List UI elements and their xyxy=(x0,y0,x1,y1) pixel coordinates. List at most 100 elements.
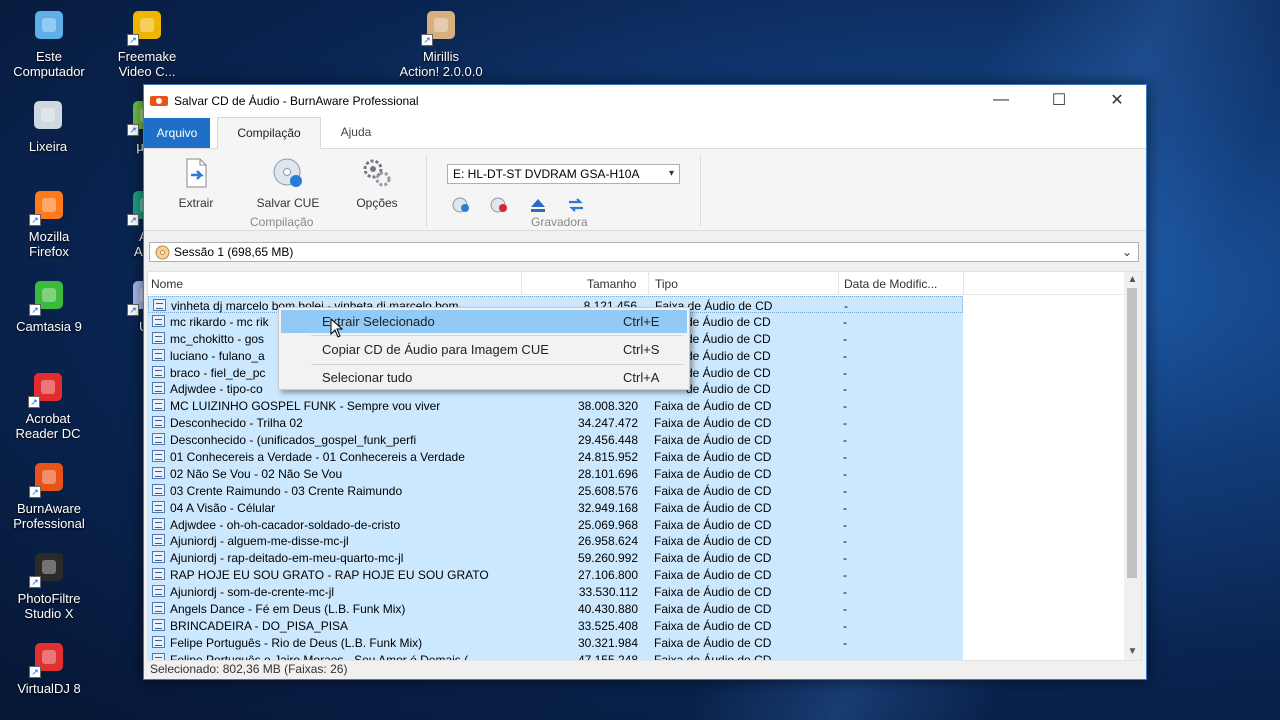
save-cue-button[interactable]: Salvar CUE xyxy=(248,157,328,210)
scroll-down-arrow[interactable]: ▼ xyxy=(1124,644,1141,660)
mirillis-icon: ↗ xyxy=(421,8,461,46)
tab-ajuda[interactable]: Ajuda xyxy=(330,117,382,149)
desktop-icon-label: Computador xyxy=(13,64,85,79)
col-name[interactable]: Nome xyxy=(151,277,183,291)
audio-file-icon xyxy=(152,618,165,631)
track-date: - xyxy=(843,602,847,617)
menu-select-all[interactable]: Selecionar tudo Ctrl+A xyxy=(281,366,687,389)
track-row[interactable]: Angels Dance - Fé em Deus (L.B. Funk Mix… xyxy=(148,600,963,617)
session-select[interactable]: Sessão 1 (698,65 MB) ⌄ xyxy=(149,242,1139,262)
track-type: Faixa de Áudio de CD xyxy=(654,652,772,661)
burnaware-icon: ↗ xyxy=(29,460,69,498)
tab-arquivo[interactable]: Arquivo xyxy=(144,118,210,148)
track-size: 38.008.320 xyxy=(577,399,638,414)
desktop-icon-label: VirtualDJ 8 xyxy=(17,681,81,696)
track-name: Desconhecido - Trilha 02 xyxy=(170,416,303,431)
track-type: Faixa de Áudio de CD xyxy=(654,635,772,650)
column-divider[interactable] xyxy=(963,272,964,294)
desktop-icon-camtasia[interactable]: ↗ Camtasia 9 xyxy=(5,278,93,334)
track-row[interactable]: BRINCADEIRA - DO_PISA_PISA 33.525.408 Faix… xyxy=(148,616,963,634)
options-button[interactable]: Opções xyxy=(347,157,407,210)
track-row[interactable]: 01 Conhecereis a Verdade - 01 Conhecerei… xyxy=(148,448,963,465)
track-name: Ajuniordj - rap-deitado-em-meu-quarto-mc… xyxy=(170,551,404,566)
track-row[interactable]: MC LUIZINHO GOSPEL FUNK - Sempre vou viv… xyxy=(148,397,963,415)
title-bar[interactable]: Salvar CD de Áudio - BurnAware Professio… xyxy=(144,85,1146,117)
menu-item-label: Selecionar tudo xyxy=(322,370,413,385)
shortcut-arrow-icon: ↗ xyxy=(127,304,139,316)
eject-icon[interactable] xyxy=(528,196,548,214)
shortcut-arrow-icon: ↗ xyxy=(127,124,139,136)
track-row[interactable]: RAP HOJE EU SOU GRATO - RAP HOJE EU SOU … xyxy=(148,566,963,584)
track-name: mc rikardo - mc rik xyxy=(170,314,269,329)
desktop-icon-computer[interactable]: Este Computador xyxy=(5,8,93,79)
close-button[interactable]: ✕ xyxy=(1088,85,1146,115)
track-row[interactable]: Felipe Português - Rio de Deus (L.B. Fun… xyxy=(148,633,963,651)
mouse-cursor-icon xyxy=(330,318,344,338)
menu-separator xyxy=(311,364,683,365)
tab-compilacao[interactable]: Compilação xyxy=(217,117,321,150)
track-size: 28.101.696 xyxy=(577,466,638,481)
column-divider[interactable] xyxy=(838,272,839,294)
desktop-icon-trash[interactable]: Lixeira xyxy=(4,98,92,154)
minimize-button[interactable]: — xyxy=(972,85,1030,115)
track-name: Adjwdee - tipo-co xyxy=(170,382,263,397)
track-size: 30.321.984 xyxy=(577,635,638,650)
desktop-icon-label: Professional xyxy=(13,516,85,531)
scroll-up-arrow[interactable]: ▲ xyxy=(1124,272,1141,288)
refresh-icon[interactable] xyxy=(566,196,586,214)
track-row[interactable]: Desconhecido - Trilha 02 34.247.472 Faixa … xyxy=(148,414,963,432)
audio-file-icon xyxy=(152,517,165,530)
track-row[interactable]: Ajuniordj - som-de-crente-mc-jl 33.530.11… xyxy=(148,583,963,601)
menu-item-shortcut: Ctrl+A xyxy=(623,370,660,385)
col-date[interactable]: Data de Modific... xyxy=(844,277,937,291)
track-name: MC LUIZINHO GOSPEL FUNK - Sempre vou viv… xyxy=(170,399,441,414)
extract-label: Extrair xyxy=(178,196,214,210)
desktop-icon-label: Mozilla xyxy=(28,229,70,244)
track-row[interactable]: Ajuniordj - alguem-me-disse-mc-jl 26.958.… xyxy=(148,532,963,550)
col-size[interactable]: Tamanho xyxy=(587,277,636,291)
desktop-icon-freemake[interactable]: ↗ Freemake Video C... xyxy=(103,8,191,79)
disc-info-icon[interactable] xyxy=(451,196,471,214)
desktop-icon-acrobat[interactable]: ↗ Acrobat Reader DC xyxy=(4,370,92,441)
ribbon-tabs: Arquivo Compilação Ajuda xyxy=(144,117,1146,150)
desktop-icon-virtualdj[interactable]: ↗ VirtualDJ 8 xyxy=(5,640,93,696)
maximize-button[interactable]: ☐ xyxy=(1030,85,1088,115)
audio-file-icon xyxy=(152,534,165,547)
track-size: 25.608.576 xyxy=(577,483,638,498)
acrobat-icon: ↗ xyxy=(28,370,68,408)
audio-file-icon xyxy=(152,602,165,615)
desktop-icon-mirillis[interactable]: ↗ Mirillis Action! 2.0.0.0 xyxy=(397,8,485,79)
shortcut-arrow-icon: ↗ xyxy=(29,214,41,226)
track-row[interactable]: 04 A Visão - Célular 32.949.168 Faixa de Á… xyxy=(148,498,963,516)
track-name: Felipe Português - Rio de Deus (L.B. Fun… xyxy=(170,635,423,650)
column-divider[interactable] xyxy=(521,272,522,294)
menu-copy-cue[interactable]: Copiar CD de Áudio para Imagem CUE Ctrl+… xyxy=(281,338,687,361)
window-title: Salvar CD de Áudio - BurnAware Professio… xyxy=(174,94,419,108)
disc-erase-icon[interactable] xyxy=(489,196,509,214)
desktop-icon-photofiltre[interactable]: ↗ PhotoFiltre Studio X xyxy=(5,550,93,621)
track-row[interactable]: 02 Não Se Vou - 02 Não Se Vou 28.101.696 F… xyxy=(148,464,963,482)
extract-button[interactable]: Extrair xyxy=(166,157,226,210)
track-name: Adjwdee - oh-oh-cacador-soldado-de-crist… xyxy=(170,517,401,532)
scroll-thumb[interactable] xyxy=(1127,288,1137,578)
track-date: - xyxy=(843,466,847,481)
desktop-icon-label: Freemake xyxy=(117,49,177,64)
track-row[interactable]: Felipe Português e Jairo Moraes - Seu Am… xyxy=(148,650,963,661)
track-row[interactable]: Adjwdee - oh-oh-cacador-soldado-de-crist… xyxy=(148,515,963,533)
track-name: 01 Conhecereis a Verdade - 01 Conhecerei… xyxy=(170,450,465,465)
track-row[interactable]: 03 Crente Raimundo - 03 Crente Raimundo 2… xyxy=(148,481,963,499)
desktop-icon-firefox[interactable]: ↗ Mozilla Firefox xyxy=(5,188,93,259)
drive-select[interactable]: E: HL-DT-ST DVDRAM GSA-H10A ▾ xyxy=(447,164,680,184)
shortcut-arrow-icon: ↗ xyxy=(127,214,139,226)
column-divider[interactable] xyxy=(648,272,649,294)
desktop-icon-label: Action! 2.0.0.0 xyxy=(399,64,483,79)
col-type[interactable]: Tipo xyxy=(655,277,678,291)
drive-select-value: E: HL-DT-ST DVDRAM GSA-H10A xyxy=(453,167,640,181)
desktop-icon-label: PhotoFiltre xyxy=(17,591,81,606)
desktop-icon-burnaware[interactable]: ↗ BurnAware Professional xyxy=(5,460,93,531)
track-date: - xyxy=(843,551,847,566)
track-row[interactable]: Ajuniordj - rap-deitado-em-meu-quarto-mc… xyxy=(148,549,963,567)
track-size: 29.456.448 xyxy=(577,433,638,448)
vertical-scrollbar[interactable]: ▲ ▼ xyxy=(1124,272,1141,660)
track-row[interactable]: Desconhecido - (unificados_gospel_funk_p… xyxy=(148,431,963,449)
